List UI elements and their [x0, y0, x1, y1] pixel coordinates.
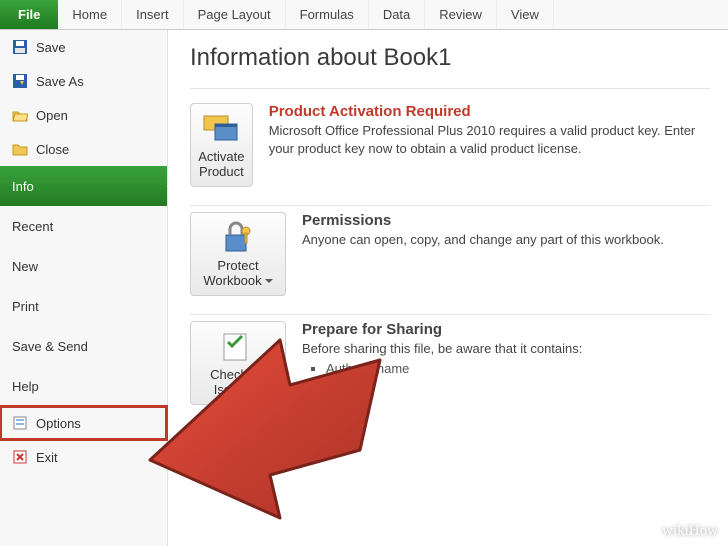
sidebar-item-label: Save	[36, 40, 66, 55]
close-folder-icon	[12, 141, 28, 157]
activate-product-button[interactable]: Activate Product	[190, 103, 253, 187]
ribbon-tabs: File Home Insert Page Layout Formulas Da…	[0, 0, 728, 30]
section-body: Microsoft Office Professional Plus 2010 …	[269, 122, 710, 157]
watermark: wikiHow	[662, 523, 718, 540]
section-sharing: Check for Issues Prepare for Sharing Bef…	[190, 315, 710, 423]
backstage-sidebar: Save Save As Open Close	[0, 30, 168, 546]
sidebar-item-label: Open	[36, 108, 68, 123]
protect-workbook-button[interactable]: Protect Workbook	[190, 212, 286, 296]
sidebar-item-exit[interactable]: Exit	[0, 440, 167, 474]
tab-insert[interactable]: Insert	[122, 0, 184, 29]
tab-home[interactable]: Home	[58, 0, 122, 29]
sidebar-item-label: Recent	[12, 219, 53, 234]
button-label: Protect Workbook	[197, 259, 279, 289]
section-heading: Permissions	[302, 212, 664, 229]
sidebar-item-open[interactable]: Open	[0, 98, 167, 132]
sidebar-item-save[interactable]: Save	[0, 30, 167, 64]
activate-product-icon	[201, 110, 241, 146]
section-permissions: Protect Workbook Permissions Anyone can …	[190, 206, 710, 315]
sidebar-item-save-send[interactable]: Save & Send	[0, 326, 167, 366]
sidebar-item-label: Save As	[36, 74, 84, 89]
sidebar-item-recent[interactable]: Recent	[0, 206, 167, 246]
options-icon	[12, 415, 28, 431]
tab-data[interactable]: Data	[369, 0, 425, 29]
section-list: Author's name	[326, 361, 582, 376]
sidebar-item-label: Help	[12, 379, 39, 394]
section-activation: Activate Product Product Activation Requ…	[190, 97, 710, 206]
sidebar-item-info[interactable]: Info	[0, 166, 167, 206]
sidebar-item-label: Exit	[36, 450, 58, 465]
tab-view[interactable]: View	[497, 0, 554, 29]
sidebar-item-label: New	[12, 259, 38, 274]
list-item: Author's name	[326, 361, 582, 376]
sidebar-item-label: Info	[12, 179, 34, 194]
sidebar-item-label: Close	[36, 142, 69, 157]
sidebar-item-label: Save & Send	[12, 339, 88, 354]
sidebar-item-label: Print	[12, 299, 39, 314]
sidebar-item-close[interactable]: Close	[0, 132, 167, 166]
sidebar-item-save-as[interactable]: Save As	[0, 64, 167, 98]
tab-formulas[interactable]: Formulas	[286, 0, 369, 29]
section-heading: Product Activation Required	[269, 103, 710, 120]
sidebar-item-help[interactable]: Help	[0, 366, 167, 406]
button-label: Check for Issues	[197, 368, 279, 398]
tab-review[interactable]: Review	[425, 0, 497, 29]
section-body: Anyone can open, copy, and change any pa…	[302, 231, 664, 249]
save-as-icon	[12, 73, 28, 89]
check-issues-icon	[218, 328, 258, 364]
save-icon	[12, 39, 28, 55]
open-icon	[12, 107, 28, 123]
exit-icon	[12, 449, 28, 465]
sidebar-item-options[interactable]: Options	[0, 406, 167, 440]
sidebar-item-print[interactable]: Print	[0, 286, 167, 326]
sidebar-item-label: Options	[36, 416, 81, 431]
page-title: Information about Book1	[190, 44, 710, 72]
tab-file[interactable]: File	[0, 0, 58, 29]
tab-page-layout[interactable]: Page Layout	[184, 0, 286, 29]
sidebar-item-new[interactable]: New	[0, 246, 167, 286]
backstage-main: Information about Book1 Activate Product…	[168, 30, 728, 546]
section-body: Before sharing this file, be aware that …	[302, 340, 582, 358]
button-label: Activate Product	[197, 150, 246, 180]
section-heading: Prepare for Sharing	[302, 321, 582, 338]
check-issues-button[interactable]: Check for Issues	[190, 321, 286, 405]
protect-workbook-icon	[218, 219, 258, 255]
